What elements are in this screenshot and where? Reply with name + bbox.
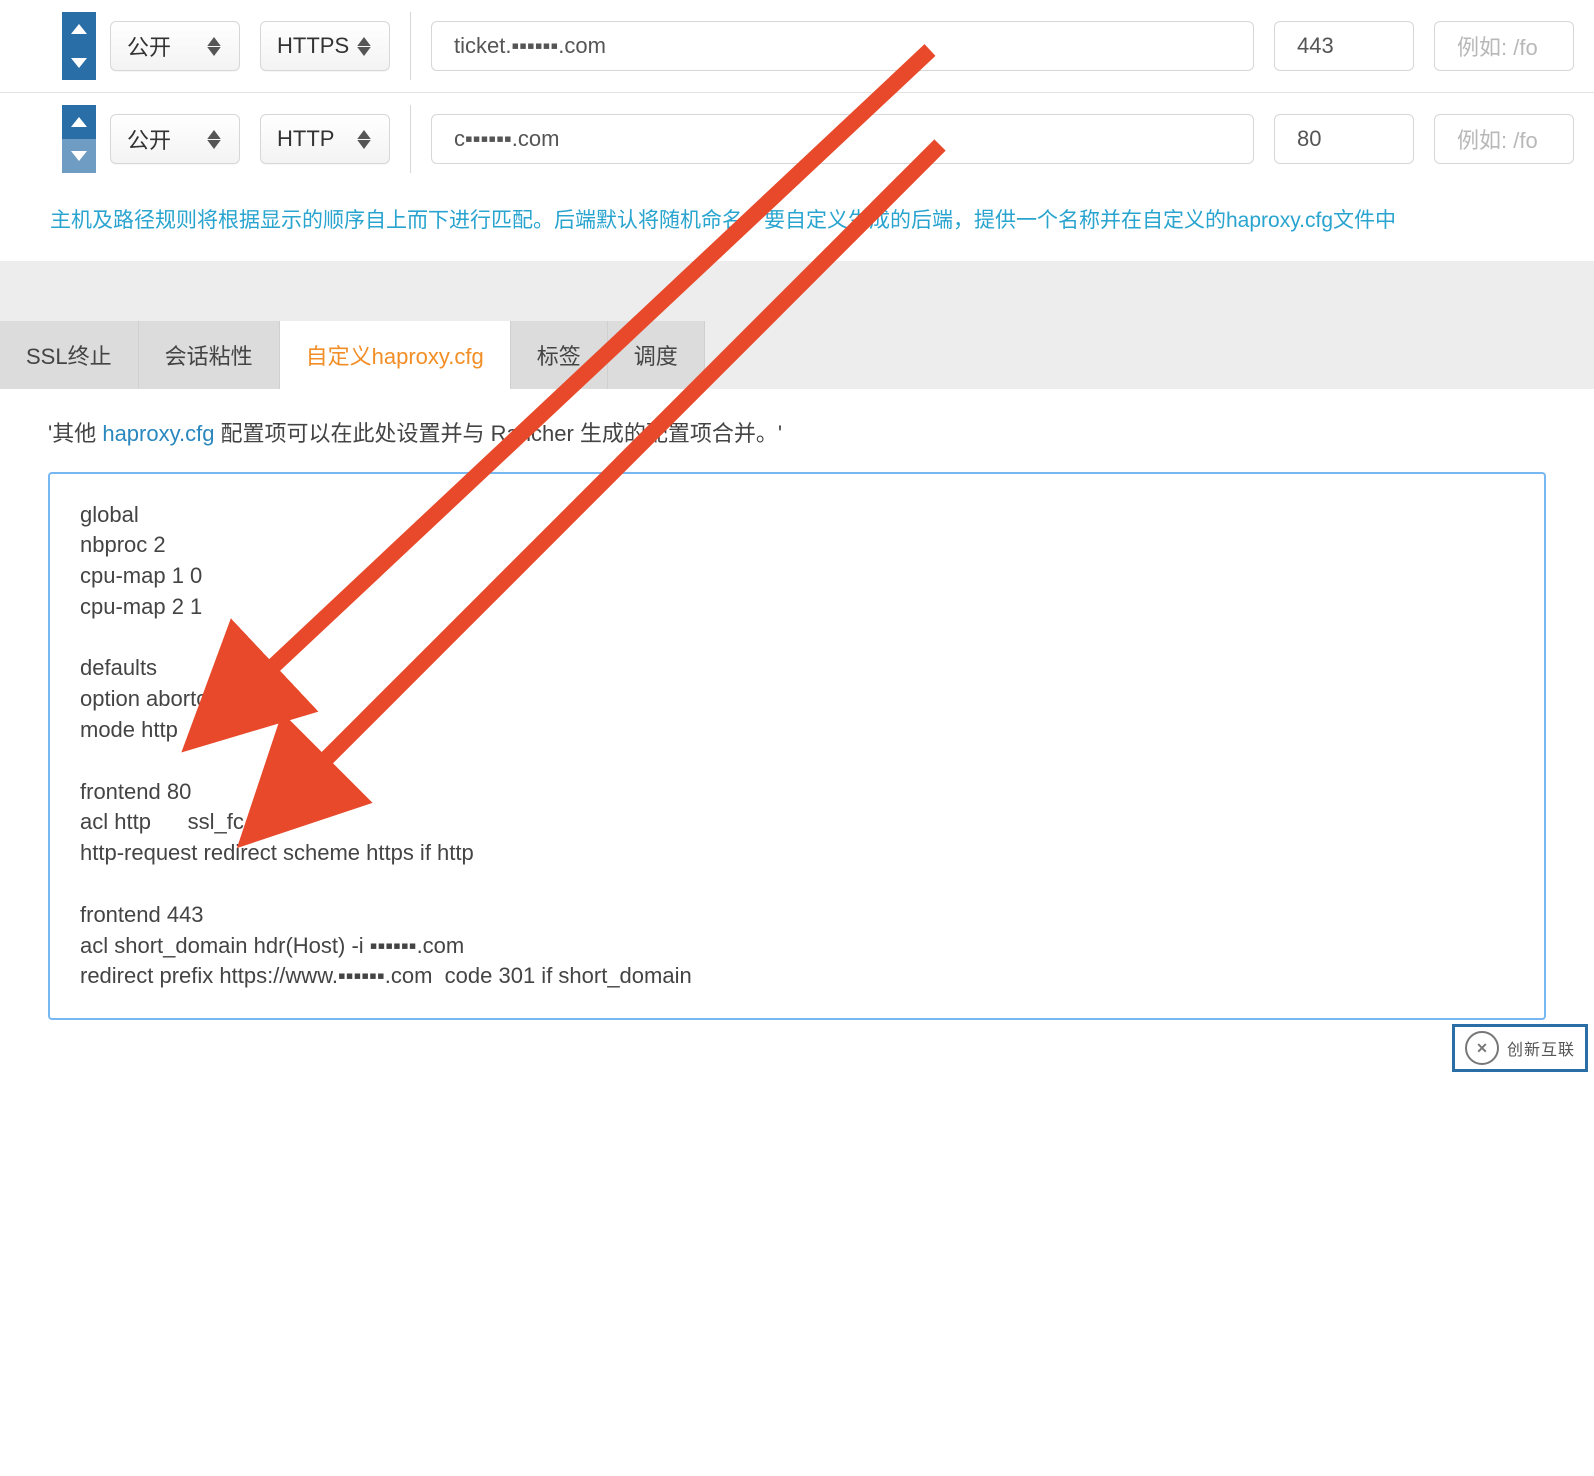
chevron-updown-icon xyxy=(357,34,373,58)
tab-custom-haproxy[interactable]: 自定义haproxy.cfg xyxy=(280,321,511,389)
tab-sticky[interactable]: 会话粘性 xyxy=(139,321,280,389)
access-value: 公开 xyxy=(127,123,171,155)
protocol-value: HTTPS xyxy=(277,33,349,59)
protocol-value: HTTP xyxy=(277,126,334,152)
rule-row: 公开 HTTP c▪▪▪▪▪▪.com 80 例如: /fo xyxy=(0,92,1594,185)
tab-ssl[interactable]: SSL终止 xyxy=(0,321,139,389)
access-select[interactable]: 公开 xyxy=(110,114,240,164)
rules-table: 公开 HTTPS ticket.▪▪▪▪▪▪.com 443 例如: /fo 公… xyxy=(0,0,1594,195)
hint-link[interactable]: haproxy.cfg xyxy=(102,421,214,446)
protocol-select[interactable]: HTTP xyxy=(260,114,390,164)
chevron-updown-icon xyxy=(357,127,373,151)
host-input[interactable]: ticket.▪▪▪▪▪▪.com xyxy=(431,21,1254,71)
custom-config-hint: '其他 haproxy.cfg 配置项可以在此处设置并与 Rancher 生成的… xyxy=(48,417,1546,450)
tab-labels[interactable]: 标签 xyxy=(511,321,608,389)
tab-body-custom: '其他 haproxy.cfg 配置项可以在此处设置并与 Rancher 生成的… xyxy=(0,389,1594,1081)
hint-suffix: 配置项可以在此处设置并与 Rancher 生成的配置项合并。' xyxy=(214,421,782,446)
haproxy-config-textarea[interactable]: global nbproc 2 cpu-map 1 0 cpu-map 2 1 … xyxy=(48,472,1546,1021)
access-select[interactable]: 公开 xyxy=(110,21,240,71)
chevron-updown-icon xyxy=(207,127,223,151)
divider xyxy=(410,12,411,80)
sort-handles xyxy=(62,105,96,173)
chevron-updown-icon xyxy=(207,34,223,58)
watermark-text: 创新互联 xyxy=(1507,1036,1575,1060)
protocol-select[interactable]: HTTPS xyxy=(260,21,390,71)
move-down-button[interactable] xyxy=(62,139,96,173)
watermark: ✕ 创新互联 xyxy=(1452,1024,1588,1072)
tabs-section: SSL终止 会话粘性 自定义haproxy.cfg 标签 调度 '其他 hapr… xyxy=(0,261,1594,1081)
port-input[interactable]: 443 xyxy=(1274,21,1414,71)
host-input[interactable]: c▪▪▪▪▪▪.com xyxy=(431,114,1254,164)
path-input[interactable]: 例如: /fo xyxy=(1434,21,1574,71)
tabs-bar: SSL终止 会话粘性 自定义haproxy.cfg 标签 调度 xyxy=(0,321,1594,389)
tab-scheduling[interactable]: 调度 xyxy=(608,321,705,389)
hint-prefix: '其他 xyxy=(48,421,102,446)
access-value: 公开 xyxy=(127,30,171,62)
port-input[interactable]: 80 xyxy=(1274,114,1414,164)
move-down-button[interactable] xyxy=(62,46,96,80)
divider xyxy=(410,105,411,173)
path-input[interactable]: 例如: /fo xyxy=(1434,114,1574,164)
move-up-button[interactable] xyxy=(62,12,96,46)
rules-help-text: 主机及路径规则将根据显示的顺序自上而下进行匹配。后端默认将随机命名。要自定义生成… xyxy=(0,195,1594,261)
rule-row: 公开 HTTPS ticket.▪▪▪▪▪▪.com 443 例如: /fo xyxy=(0,0,1594,92)
watermark-logo-icon: ✕ xyxy=(1465,1031,1499,1065)
move-up-button[interactable] xyxy=(62,105,96,139)
sort-handles xyxy=(62,12,96,80)
